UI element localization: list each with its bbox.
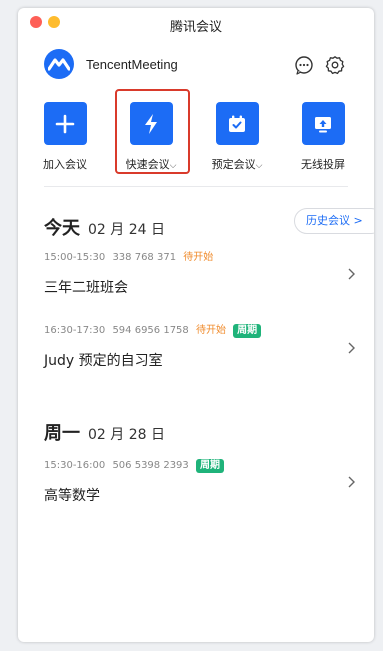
window-title: 腾讯会议 [169, 20, 222, 35]
meeting-item[interactable]: 16:30-17:30 594 6956 1758 待开始 周期 Judy 预定… [44, 323, 364, 370]
calendar-check-icon [229, 115, 245, 132]
chevron-down-icon[interactable]: ⌵ [256, 161, 263, 171]
meeting-meta: 16:30-17:30 594 6956 1758 待开始 周期 [44, 323, 364, 339]
join-meeting-button[interactable] [43, 102, 87, 145]
title-bar: 腾讯会议 [18, 8, 374, 38]
meeting-status: 待开始 [195, 325, 226, 336]
chevron-right-icon[interactable] [346, 342, 356, 354]
meeting-title: Judy 预定的自习室 [44, 353, 163, 369]
divider [44, 186, 348, 187]
meeting-id: 594 6956 1758 [112, 325, 189, 336]
plus-icon [55, 114, 75, 133]
meeting-title: 高等数学 [44, 488, 100, 504]
schedule-meeting-button[interactable] [215, 102, 259, 145]
history-meetings-button[interactable]: 历史会议 > [294, 208, 374, 234]
meeting-time: 15:00-15:30 [44, 252, 106, 263]
app-window: 腾讯会议 TencentMeeting 加入会议 快速会议⌵ 预定会议⌵ 无线投… [18, 8, 374, 642]
meeting-id: 506 5398 2393 [112, 460, 189, 471]
settings-gear-icon[interactable] [325, 55, 345, 75]
day-header-today: 今天 02 月 24 日 [44, 218, 165, 239]
day-header-monday: 周一 02 月 28 日 [44, 423, 165, 444]
meeting-id: 338 768 371 [112, 252, 177, 263]
quick-meeting-highlight-box [115, 89, 190, 174]
join-meeting-label: 加入会议 [43, 158, 87, 171]
brand: TencentMeeting [44, 49, 178, 79]
wireless-projection-action[interactable]: 无线投屏 [283, 102, 363, 172]
meeting-time: 16:30-17:30 [44, 325, 106, 336]
chat-icon[interactable] [294, 55, 314, 75]
schedule-meeting-label: 预定会议⌵ [211, 158, 263, 171]
join-meeting-action[interactable]: 加入会议 [25, 102, 105, 172]
tencent-meeting-logo-icon [44, 49, 74, 79]
periodic-badge: 周期 [195, 459, 224, 473]
meeting-time: 15:30-16:00 [44, 460, 106, 471]
brand-name: TencentMeeting [86, 56, 178, 72]
chevron-right-icon[interactable] [346, 268, 356, 280]
screen-cast-icon [315, 116, 331, 132]
chevron-right-icon[interactable] [346, 476, 356, 488]
chevron-right-icon: > [353, 214, 363, 227]
periodic-badge: 周期 [233, 324, 262, 338]
meeting-meta: 15:00-15:30 338 768 371 待开始 [44, 250, 364, 266]
meeting-item[interactable]: 15:30-16:00 506 5398 2393 周期 高等数学 [44, 458, 364, 505]
wireless-projection-label: 无线投屏 [301, 158, 345, 171]
meeting-status: 待开始 [183, 252, 214, 263]
meeting-meta: 15:30-16:00 506 5398 2393 周期 [44, 458, 364, 474]
meeting-item[interactable]: 15:00-15:30 338 768 371 待开始 三年二班班会 [44, 250, 364, 297]
wireless-projection-button[interactable] [301, 102, 345, 145]
meeting-title: 三年二班班会 [44, 280, 128, 296]
schedule-meeting-action[interactable]: 预定会议⌵ [197, 102, 277, 172]
